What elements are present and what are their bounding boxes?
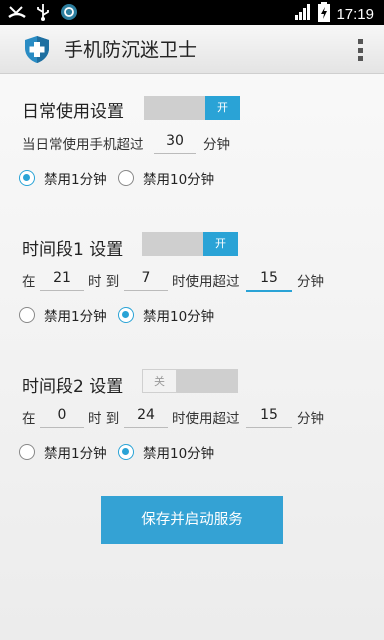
period1-option-10min[interactable]: 禁用10分钟	[118, 305, 214, 325]
daily-toggle[interactable]: 开	[144, 96, 240, 120]
period1-option-10min-label: 禁用10分钟	[143, 309, 215, 325]
period1-hour-to-label: 时 到	[88, 274, 120, 290]
radio-unchecked-icon	[19, 444, 35, 460]
period1-option-1min-label: 禁用1分钟	[44, 309, 107, 325]
period2-over-label: 时使用超过	[172, 411, 240, 427]
period1-minutes-field[interactable]: 15	[246, 266, 292, 292]
period2-hour-to-label: 时 到	[88, 411, 120, 427]
period2-unit-label: 分钟	[297, 411, 324, 427]
period2-toggle-label: 关	[142, 369, 177, 393]
usb-icon	[36, 3, 50, 25]
period1-over-label: 时使用超过	[172, 274, 240, 290]
app-title: 手机防沉迷卫士	[64, 39, 198, 61]
period2-start-field[interactable]: 0	[40, 403, 84, 428]
status-bar: 17:19	[0, 0, 384, 25]
period1-option-1min[interactable]: 禁用1分钟	[19, 305, 107, 325]
clock: 17:19	[336, 5, 374, 23]
shield-cross-icon	[22, 34, 52, 68]
period1-start-field[interactable]: 21	[40, 266, 84, 291]
save-and-start-button[interactable]: 保存并启动服务	[101, 496, 283, 544]
daily-option-1min[interactable]: 禁用1分钟	[19, 168, 107, 188]
daily-unit-label: 分钟	[203, 137, 230, 153]
period2-at-label: 在	[22, 411, 36, 427]
overflow-menu-icon[interactable]	[358, 39, 364, 61]
period2-end-field[interactable]: 24	[124, 403, 168, 428]
action-bar: 手机防沉迷卫士	[0, 25, 384, 74]
period2-minutes-field[interactable]: 15	[246, 403, 292, 428]
daily-minutes-field[interactable]: 30	[154, 129, 196, 154]
radio-unchecked-icon	[19, 307, 35, 323]
period2-option-1min[interactable]: 禁用1分钟	[19, 442, 107, 462]
signal-icon	[294, 4, 312, 24]
period2-option-1min-label: 禁用1分钟	[44, 446, 107, 462]
daily-option-10min-label: 禁用10分钟	[143, 172, 215, 188]
missed-call-icon	[8, 4, 26, 24]
daily-settings-title: 日常使用设置	[22, 102, 124, 122]
period1-at-label: 在	[22, 274, 36, 290]
radio-checked-icon	[19, 170, 35, 186]
daily-option-1min-label: 禁用1分钟	[44, 172, 107, 188]
battery-charging-icon	[318, 2, 331, 26]
sync-icon	[60, 3, 78, 25]
period1-toggle-label: 开	[203, 232, 238, 256]
period2-option-10min-label: 禁用10分钟	[143, 446, 215, 462]
period2-toggle[interactable]: 关	[142, 369, 238, 393]
daily-option-10min[interactable]: 禁用10分钟	[118, 168, 214, 188]
radio-checked-icon	[118, 307, 134, 323]
radio-checked-icon	[118, 444, 134, 460]
period1-unit-label: 分钟	[297, 274, 324, 290]
daily-toggle-label: 开	[205, 96, 240, 120]
period2-settings-title: 时间段2 设置	[22, 377, 124, 397]
daily-prefix-label: 当日常使用手机超过	[22, 137, 144, 153]
period2-option-10min[interactable]: 禁用10分钟	[118, 442, 214, 462]
period1-end-field[interactable]: 7	[124, 266, 168, 291]
period1-toggle[interactable]: 开	[142, 232, 238, 256]
radio-unchecked-icon	[118, 170, 134, 186]
period1-settings-title: 时间段1 设置	[22, 240, 124, 260]
